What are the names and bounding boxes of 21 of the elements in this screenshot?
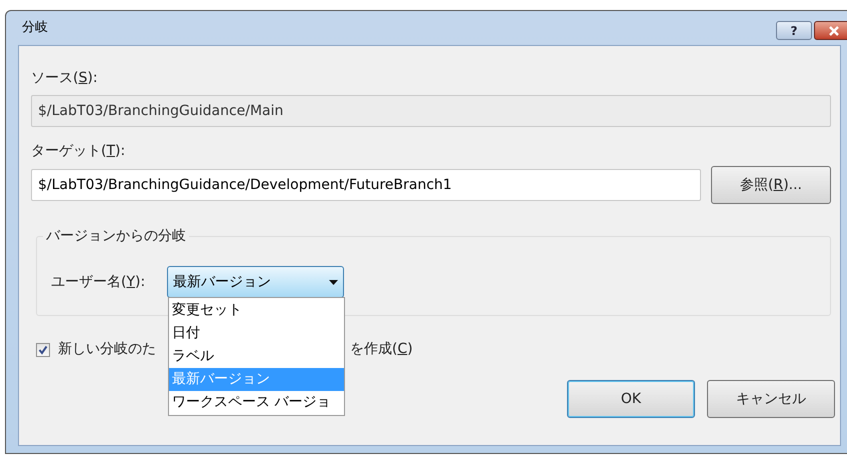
field-label: ターゲット(T): [31, 142, 126, 161]
version-dropdown[interactable]: 最新バージョン [167, 266, 344, 298]
dropdown-arrow-icon [329, 280, 338, 284]
dropdown-option[interactable]: 変更セット [169, 299, 344, 322]
field-label: ユーザー名(Y): [51, 272, 146, 292]
browse-button[interactable]: 参照(R)... [711, 166, 831, 204]
close-icon [828, 26, 840, 36]
field-label: ソース(S): [31, 69, 98, 88]
window-title: 分岐 [22, 19, 48, 38]
checkbox-label: を作成(C) [350, 340, 413, 359]
checkbox-label: 新しい分岐のた [58, 340, 157, 359]
close-button[interactable] [814, 21, 847, 40]
dropdown-option[interactable]: 日付 [169, 322, 344, 345]
check-icon [38, 344, 48, 354]
dialog-button[interactable]: OK [567, 380, 695, 418]
target-field[interactable]: $/LabT03/BranchingGuidance/Development/FutureBranch1 [31, 169, 701, 201]
help-button[interactable]: ? [776, 21, 812, 40]
dialog-button[interactable]: キャンセル [707, 380, 835, 418]
dropdown-option[interactable]: ワークスペース バージョ [169, 391, 344, 414]
dropdown-option[interactable]: ラベル [169, 345, 344, 368]
checkbox[interactable] [36, 342, 50, 356]
